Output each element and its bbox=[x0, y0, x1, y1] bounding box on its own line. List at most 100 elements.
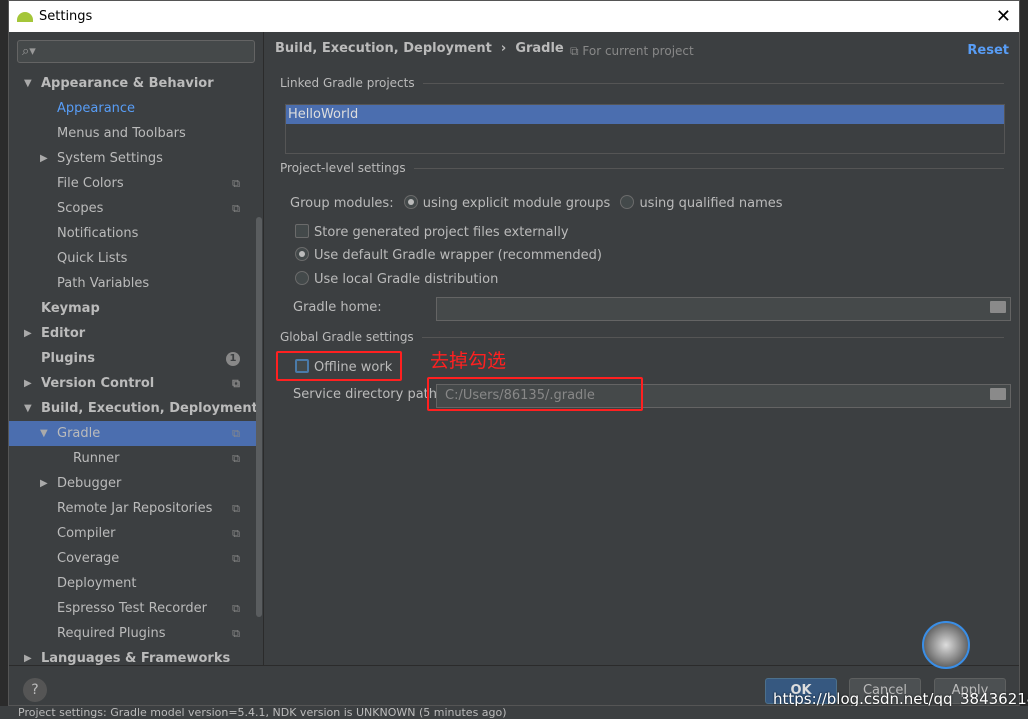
update-badge: 1 bbox=[226, 352, 240, 366]
project-scope-icon: ⧉ bbox=[232, 452, 240, 465]
project-scope-icon: ⧉ bbox=[232, 202, 240, 215]
sidebar-item-label: Remote Jar Repositories bbox=[57, 501, 213, 516]
sidebar-item[interactable]: Compiler ⧉ bbox=[9, 521, 256, 546]
sidebar-item[interactable]: Notifications bbox=[9, 221, 256, 246]
close-button[interactable]: ✕ bbox=[996, 6, 1011, 27]
sidebar-item[interactable]: ▼ Gradle ⧉ bbox=[9, 421, 256, 446]
sidebar-item-label: Required Plugins bbox=[57, 626, 166, 641]
chevron-right-icon[interactable]: ▶ bbox=[24, 321, 32, 346]
sidebar-item[interactable]: ▼ Appearance & Behavior bbox=[9, 71, 256, 96]
use-wrapper-label[interactable]: Use default Gradle wrapper (recommended) bbox=[314, 248, 602, 263]
sidebar-item[interactable]: Coverage ⧉ bbox=[9, 546, 256, 571]
breadcrumb-current: Gradle bbox=[515, 41, 564, 56]
reset-button[interactable]: Reset bbox=[967, 43, 1009, 58]
sidebar-item-label: System Settings bbox=[57, 151, 163, 166]
chevron-right-icon[interactable]: ▶ bbox=[40, 471, 48, 496]
sidebar-item[interactable]: Keymap bbox=[9, 296, 256, 321]
sidebar-item[interactable]: Appearance bbox=[9, 96, 256, 121]
linked-projects-list[interactable]: HelloWorld bbox=[285, 104, 1005, 154]
gradle-home-input[interactable] bbox=[436, 297, 1011, 321]
use-wrapper-row[interactable]: Use default Gradle wrapper (recommended) bbox=[295, 247, 602, 263]
use-local-row[interactable]: Use local Gradle distribution bbox=[295, 271, 498, 287]
sidebar-item-label: Notifications bbox=[57, 226, 139, 241]
chevron-right-icon[interactable]: ▶ bbox=[24, 371, 32, 396]
sidebar-item-label: Deployment bbox=[57, 576, 137, 591]
sidebar-item[interactable]: Required Plugins ⧉ bbox=[9, 621, 256, 646]
project-level-section: Project-level settings bbox=[280, 161, 1004, 175]
sidebar-item-label: Plugins bbox=[41, 351, 95, 366]
radio-qualified-label[interactable]: using qualified names bbox=[639, 196, 782, 211]
avatar bbox=[922, 621, 970, 669]
sidebar-item-label: Path Variables bbox=[57, 276, 150, 291]
chevron-right-icon[interactable]: ▶ bbox=[40, 146, 48, 171]
project-scope-icon: ⧉ bbox=[232, 552, 240, 565]
scope-label: ⧉ For current project bbox=[570, 44, 694, 59]
sidebar-item-label: Scopes bbox=[57, 201, 104, 216]
sidebar-item[interactable]: ▶ Debugger bbox=[9, 471, 256, 496]
sidebar-scrollbar[interactable] bbox=[256, 217, 262, 617]
sidebar-item-label: Runner bbox=[73, 451, 120, 466]
project-scope-icon: ⧉ bbox=[232, 377, 240, 390]
help-button[interactable]: ? bbox=[23, 678, 47, 702]
annotation-box-path bbox=[427, 377, 643, 411]
radio-explicit-label[interactable]: using explicit module groups bbox=[423, 196, 611, 211]
sidebar-item[interactable]: Menus and Toolbars bbox=[9, 121, 256, 146]
android-icon bbox=[17, 11, 33, 22]
status-bar: Project settings: Gradle model version=5… bbox=[0, 706, 1028, 719]
folder-icon[interactable] bbox=[990, 301, 1006, 313]
sidebar-item-label: Coverage bbox=[57, 551, 120, 566]
sidebar-item-label: Version Control bbox=[41, 376, 155, 391]
sidebar-item[interactable]: Plugins 1 bbox=[9, 346, 256, 371]
sidebar-item-label: Keymap bbox=[41, 301, 100, 316]
project-scope-icon: ⧉ bbox=[232, 527, 240, 540]
sidebar-item[interactable]: Path Variables bbox=[9, 271, 256, 296]
gradle-home-label: Gradle home: bbox=[293, 300, 382, 315]
sidebar-item[interactable]: ▶ Editor bbox=[9, 321, 256, 346]
sidebar-item[interactable]: ▼ Build, Execution, Deployment bbox=[9, 396, 258, 421]
sidebar-item[interactable]: Runner ⧉ bbox=[9, 446, 256, 471]
list-item[interactable]: HelloWorld bbox=[286, 105, 1004, 124]
store-external-checkbox[interactable] bbox=[295, 224, 309, 238]
sidebar-item[interactable]: ▶ Version Control ⧉ bbox=[9, 371, 256, 396]
sidebar-item[interactable]: Deployment bbox=[9, 571, 256, 596]
chevron-down-icon[interactable]: ▼ bbox=[24, 396, 32, 421]
sidebar-item[interactable]: Remote Jar Repositories ⧉ bbox=[9, 496, 256, 521]
annotation-text: 去掉勾选 bbox=[430, 350, 507, 372]
sidebar-item[interactable]: File Colors ⧉ bbox=[9, 171, 256, 196]
settings-dialog: Settings ✕ ⌕▾ ▼ Appearance & Behavior Appe… bbox=[8, 0, 1020, 706]
settings-tree: ▼ Appearance & Behavior Appearance Menus an… bbox=[9, 71, 258, 671]
copy-icon: ⧉ bbox=[570, 44, 583, 58]
radio-qualified-names[interactable] bbox=[620, 195, 635, 209]
sidebar-item[interactable]: Scopes ⧉ bbox=[9, 196, 256, 221]
annotation-box-offline bbox=[276, 351, 402, 381]
sidebar-item-label: Espresso Test Recorder bbox=[57, 601, 207, 616]
project-scope-icon: ⧉ bbox=[232, 502, 240, 515]
title-bar: Settings ✕ bbox=[9, 1, 1019, 32]
sidebar-item[interactable]: Espresso Test Recorder ⧉ bbox=[9, 596, 256, 621]
sidebar-item[interactable]: Quick Lists bbox=[9, 246, 256, 271]
radio-explicit-groups[interactable] bbox=[403, 195, 418, 209]
breadcrumb-parent[interactable]: Build, Execution, Deployment bbox=[275, 41, 492, 56]
folder-icon[interactable] bbox=[990, 388, 1006, 400]
project-scope-icon: ⧉ bbox=[232, 427, 240, 440]
use-local-label[interactable]: Use local Gradle distribution bbox=[314, 272, 498, 287]
service-dir-label: Service directory path: bbox=[293, 387, 442, 402]
gradle-settings-panel: Build, Execution, Deployment › Gradle ⧉ … bbox=[265, 32, 1019, 665]
store-external-row[interactable]: Store generated project files externally bbox=[295, 224, 569, 240]
sidebar-item[interactable]: ▶ System Settings bbox=[9, 146, 256, 171]
group-modules-row: Group modules: using explicit module gro… bbox=[290, 195, 783, 211]
group-modules-label: Group modules: bbox=[290, 196, 394, 211]
store-external-label[interactable]: Store generated project files externally bbox=[314, 225, 569, 240]
sidebar-item-label: Menus and Toolbars bbox=[57, 126, 186, 141]
sidebar-item-label: Compiler bbox=[57, 526, 116, 541]
scope-text: For current project bbox=[582, 44, 694, 58]
global-settings-section: Global Gradle settings bbox=[280, 330, 1004, 344]
use-wrapper-radio[interactable] bbox=[295, 247, 309, 261]
window-title: Settings bbox=[39, 9, 93, 24]
use-local-radio[interactable] bbox=[295, 271, 309, 285]
chevron-down-icon[interactable]: ▼ bbox=[24, 71, 32, 96]
sidebar-item-label: Build, Execution, Deployment bbox=[41, 401, 258, 416]
settings-search-input[interactable]: ⌕▾ bbox=[17, 40, 255, 63]
project-scope-icon: ⧉ bbox=[232, 602, 240, 615]
chevron-down-icon[interactable]: ▼ bbox=[40, 421, 48, 446]
